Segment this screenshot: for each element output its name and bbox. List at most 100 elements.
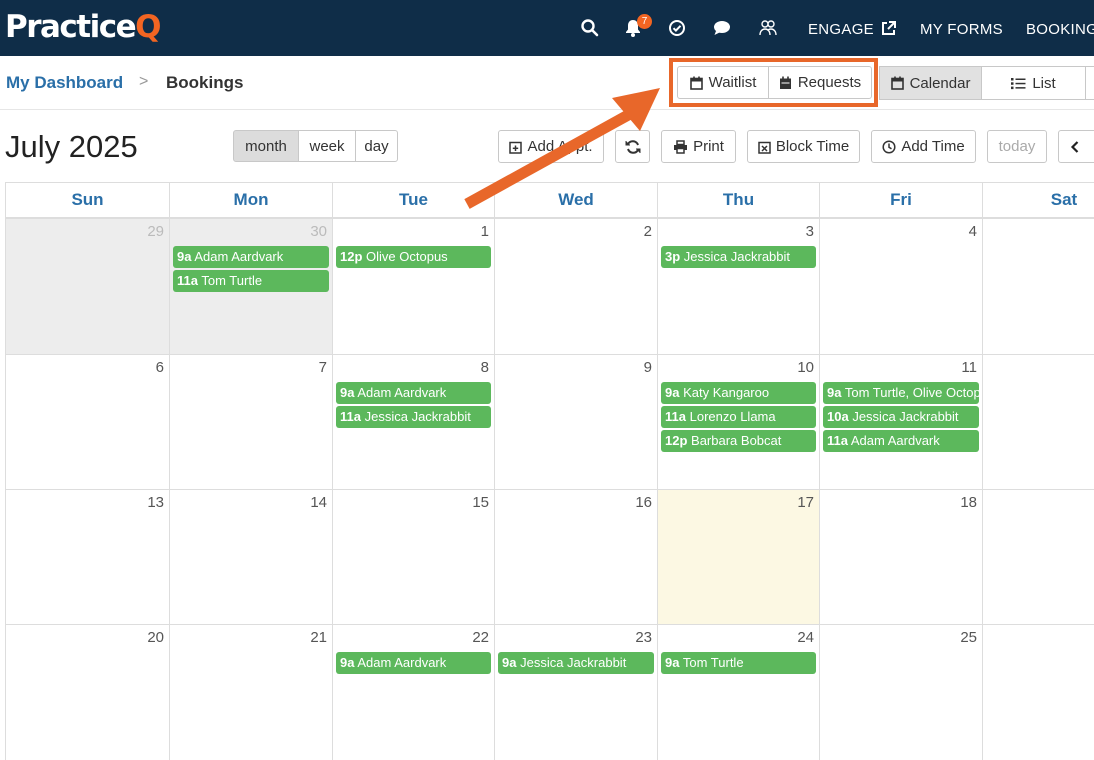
day-cell[interactable]: 22 9a Adam Aardvark <box>332 624 494 760</box>
day-cell[interactable]: 29 <box>5 218 169 354</box>
day-cell[interactable]: 23 9a Jessica Jackrabbit <box>494 624 657 760</box>
day-cell[interactable]: 4 <box>819 218 982 354</box>
day-cell[interactable]: 26 <box>982 624 1094 760</box>
event-time: 9a <box>177 249 192 264</box>
weekday-header: Fri <box>819 182 982 218</box>
nav-bookings[interactable]: BOOKINGS <box>1026 21 1094 38</box>
weekday-header: Sat <box>982 182 1094 218</box>
appointment-event[interactable]: 11a Lorenzo Llama <box>661 406 816 428</box>
day-cell[interactable]: 13 <box>5 489 169 624</box>
day-cell[interactable]: 20 <box>5 624 169 760</box>
day-cell[interactable]: 24 9a Tom Turtle <box>657 624 819 760</box>
event-time: 9a <box>665 385 680 400</box>
day-cell[interactable]: 8 9a Adam Aardvark 11a Jessica Jackrabbit <box>332 354 494 489</box>
prev-month-button[interactable] <box>1058 130 1094 163</box>
event-time: 11a <box>665 409 686 424</box>
appointment-event[interactable]: 11a Tom Turtle <box>173 270 329 292</box>
weekday-header: Tue <box>332 182 494 218</box>
print-button[interactable]: Print <box>661 130 736 163</box>
event-time: 12p <box>665 433 688 448</box>
event-client-name: Adam Aardvark <box>357 385 447 400</box>
event-client-name: Jessica Jackrabbit <box>364 409 471 424</box>
day-cell[interactable]: 19 <box>982 489 1094 624</box>
day-number: 6 <box>155 359 164 376</box>
day-cell[interactable]: 10 9a Katy Kangaroo 11a Lorenzo Llama 12p B… <box>657 354 819 489</box>
day-cell[interactable]: 5 <box>982 218 1094 354</box>
appointment-event[interactable]: 9a Adam Aardvark <box>336 382 491 404</box>
day-cell[interactable]: 7 <box>169 354 332 489</box>
day-cell[interactable]: 14 <box>169 489 332 624</box>
day-cell[interactable]: 15 <box>332 489 494 624</box>
event-time: 12p <box>340 249 363 264</box>
add-time-button[interactable]: Add Time <box>871 130 976 163</box>
day-number: 23 <box>635 629 652 646</box>
day-cell[interactable]: 3 3p Jessica Jackrabbit <box>657 218 819 354</box>
calendar-view-button[interactable]: Calendar <box>879 66 982 100</box>
day-number: 13 <box>147 494 164 511</box>
day-cell[interactable]: 17 <box>657 489 819 624</box>
day-cell[interactable]: 18 <box>819 489 982 624</box>
day-cell[interactable]: 21 <box>169 624 332 760</box>
day-cell[interactable]: 16 <box>494 489 657 624</box>
month-view-button[interactable]: month <box>233 130 299 162</box>
more-view-button[interactable] <box>1085 66 1094 100</box>
appointment-event[interactable]: 9a Jessica Jackrabbit <box>498 652 654 674</box>
chat-bubble-icon[interactable] <box>712 18 732 38</box>
appointment-event[interactable]: 9a Adam Aardvark <box>173 246 329 268</box>
appointment-event[interactable]: 11a Jessica Jackrabbit <box>336 406 491 428</box>
day-number: 17 <box>797 494 814 511</box>
event-time: 9a <box>827 385 842 400</box>
external-link-icon <box>882 21 897 35</box>
event-client-name: Katy Kangaroo <box>683 385 770 400</box>
chevron-left-icon <box>1070 140 1078 153</box>
appointment-event[interactable]: 10a Jessica Jackrabbit <box>823 406 979 428</box>
add-appt-button[interactable]: Add Appt. <box>498 130 604 163</box>
day-cell[interactable]: 12 <box>982 354 1094 489</box>
day-number: 16 <box>635 494 652 511</box>
day-number: 9 <box>643 359 652 376</box>
appointment-event[interactable]: 12p Barbara Bobcat <box>661 430 816 452</box>
day-number: 21 <box>310 629 327 646</box>
printer-icon <box>674 139 688 154</box>
day-number: 4 <box>968 223 977 240</box>
appointment-event[interactable]: 9a Katy Kangaroo <box>661 382 816 404</box>
check-circle-icon[interactable] <box>667 18 687 38</box>
breadcrumb-dashboard-link[interactable]: My Dashboard <box>6 73 123 93</box>
clock-icon <box>882 139 896 154</box>
day-cell[interactable]: 6 <box>5 354 169 489</box>
list-icon <box>1011 77 1026 89</box>
day-cell[interactable]: 9 <box>494 354 657 489</box>
nav-my-forms[interactable]: MY FORMS <box>920 21 1003 38</box>
appointment-event[interactable]: 9a Tom Turtle, Olive Octopus <box>823 382 979 404</box>
event-time: 11a <box>827 433 848 448</box>
refresh-button[interactable] <box>615 130 650 163</box>
event-time: 11a <box>340 409 361 424</box>
day-cell[interactable]: 30 9a Adam Aardvark 11a Tom Turtle <box>169 218 332 354</box>
event-time: 3p <box>665 249 681 264</box>
list-view-button[interactable]: List <box>981 66 1086 100</box>
weekday-header: Thu <box>657 182 819 218</box>
weekday-header: Wed <box>494 182 657 218</box>
people-icon[interactable] <box>758 18 778 38</box>
day-cell[interactable]: 1 12p Olive Octopus <box>332 218 494 354</box>
nav-engage[interactable]: ENGAGE <box>808 21 897 38</box>
block-time-button[interactable]: Block Time <box>747 130 860 163</box>
highlight-box <box>669 58 878 107</box>
event-client-name: Barbara Bobcat <box>691 433 782 448</box>
day-cell[interactable]: 119a Tom Turtle, Olive Octopus10a Jessic… <box>819 354 982 489</box>
appointment-event[interactable]: 11a Adam Aardvark <box>823 430 979 452</box>
search-icon[interactable] <box>580 18 600 38</box>
event-client-name: Adam Aardvark <box>357 655 447 670</box>
week-view-button[interactable]: week <box>298 130 356 162</box>
appointment-event[interactable]: 3p Jessica Jackrabbit <box>661 246 816 268</box>
day-cell[interactable]: 25 <box>819 624 982 760</box>
day-cell[interactable]: 2 <box>494 218 657 354</box>
practiceq-logo[interactable]: PracticeQ <box>5 9 162 45</box>
today-button[interactable]: today <box>987 130 1047 163</box>
day-view-button[interactable]: day <box>355 130 398 162</box>
day-number: 18 <box>960 494 977 511</box>
refresh-icon <box>625 139 640 154</box>
appointment-event[interactable]: 9a Tom Turtle <box>661 652 816 674</box>
appointment-event[interactable]: 9a Adam Aardvark <box>336 652 491 674</box>
appointment-event[interactable]: 12p Olive Octopus <box>336 246 491 268</box>
